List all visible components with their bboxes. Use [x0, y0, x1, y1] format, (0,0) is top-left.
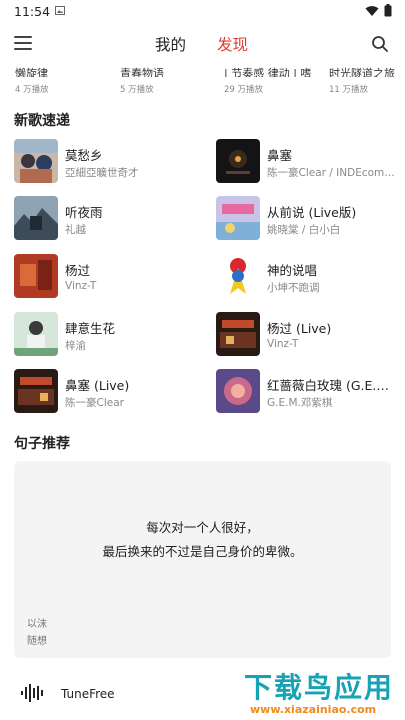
playlist-play-count: 5 万播放 — [120, 85, 154, 95]
watermark-main-text: 下载鸟应用 — [244, 671, 395, 704]
song-artist: G.E.M.邓紫棋 — [267, 397, 333, 409]
quote-line-2: 最后换来的不过是自己身价的卑微。 — [102, 544, 303, 559]
album-cover — [216, 254, 260, 298]
search-icon[interactable] — [371, 35, 389, 53]
quote-author: 以沫 — [27, 619, 47, 630]
album-cover — [216, 196, 260, 240]
song-artist: Vinz-T — [267, 338, 299, 350]
player-track-name: TuneFree — [61, 687, 115, 701]
song-title: 杨过 — [65, 263, 91, 278]
top-nav: 我的 发现 — [0, 30, 405, 58]
playlist-title: 青春物语 — [120, 67, 164, 77]
song-title: 红蔷薇白玫瑰 (G.E.M.... — [267, 378, 399, 393]
song-artist: 姚晓棠 / 白小白 — [267, 224, 341, 236]
song-title: 听夜雨 — [65, 205, 103, 220]
song-item[interactable]: 从前说 (Live版) 姚晓棠 / 白小白 — [216, 196, 401, 242]
watermark-url: www.xiazainiao.com — [250, 703, 377, 716]
song-title: 杨过 (Live) — [267, 321, 332, 336]
tab-discover[interactable]: 发现 — [217, 33, 248, 55]
song-item[interactable]: 杨过 (Live) Vinz-T — [216, 312, 401, 358]
song-item[interactable]: 杨过 Vinz-T — [14, 254, 199, 300]
song-item[interactable]: 鼻塞 (Live) 陈一豪Clear — [14, 369, 199, 415]
status-bar: 11:54 — [0, 0, 405, 22]
song-title: 从前说 (Live版) — [267, 205, 357, 220]
playlist-play-count: 4 万播放 — [15, 85, 49, 95]
battery-icon — [384, 4, 392, 17]
song-artist: Vinz-T — [65, 280, 97, 292]
playlist-play-count: 29 万播放 — [224, 85, 264, 95]
image-notification-icon — [55, 6, 65, 15]
section-title-quotes: 句子推荐 — [14, 436, 70, 452]
status-icons — [365, 4, 392, 17]
playlist-item[interactable]: | 节奏感 律动 | 嗜 29 万播放 — [224, 62, 324, 96]
album-cover — [216, 312, 260, 356]
menu-icon[interactable] — [14, 36, 32, 50]
playlist-title: 懒旋律 — [15, 67, 48, 77]
playlist-strip: 懒旋律 4 万播放 青春物语 5 万播放 | 节奏感 律动 | 嗜 29 万播放… — [0, 62, 405, 96]
album-cover — [14, 196, 58, 240]
playlist-play-count: 11 万播放 — [329, 85, 369, 95]
song-artist: 亞細亞曠世奇才 — [65, 167, 139, 179]
quote-card[interactable]: 每次对一个人很好， 最后换来的不过是自己身价的卑微。 以沫 随想 — [14, 461, 391, 658]
playlist-item[interactable]: 青春物语 5 万播放 — [120, 62, 220, 96]
playlist-item[interactable]: 时光隧道之旅 11 万播放 — [329, 62, 405, 96]
watermark: 下载鸟应用 www.xiazainiao.com — [240, 662, 402, 718]
section-title-new-songs: 新歌速递 — [14, 113, 70, 129]
playlist-item[interactable]: 懒旋律 4 万播放 — [15, 62, 115, 96]
song-item[interactable]: 神的说唱 小坤不跑调 — [216, 254, 401, 300]
audio-wave-icon — [21, 684, 43, 702]
song-title: 鼻塞 — [267, 148, 293, 163]
album-cover — [14, 369, 58, 413]
wifi-icon — [365, 5, 379, 16]
album-cover — [14, 312, 58, 356]
song-item[interactable]: 莫愁乡 亞細亞曠世奇才 — [14, 139, 199, 185]
song-item[interactable]: 红蔷薇白玫瑰 (G.E.M.... G.E.M.邓紫棋 — [216, 369, 401, 415]
song-artist: 陈一豪Clear / INDEcompa... — [267, 167, 399, 179]
song-artist: 陈一豪Clear — [65, 397, 124, 409]
song-item[interactable]: 肆意生花 梓渝 — [14, 312, 199, 358]
song-title: 神的说唱 — [267, 263, 318, 278]
quote-line-1: 每次对一个人很好， — [146, 520, 259, 535]
quote-source: 随想 — [27, 636, 47, 647]
song-artist: 礼越 — [65, 224, 86, 236]
album-cover — [216, 139, 260, 183]
song-title: 鼻塞 (Live) — [65, 378, 130, 393]
playlist-title: | 节奏感 律动 | 嗜 — [224, 67, 312, 77]
song-title: 肆意生花 — [65, 321, 116, 336]
song-title: 莫愁乡 — [65, 148, 103, 163]
album-cover — [14, 254, 58, 298]
song-artist: 小坤不跑调 — [267, 282, 320, 294]
playlist-title: 时光隧道之旅 — [329, 67, 395, 77]
song-item[interactable]: 鼻塞 陈一豪Clear / INDEcompa... — [216, 139, 401, 185]
tab-mine[interactable]: 我的 — [155, 33, 186, 55]
status-time: 11:54 — [14, 4, 51, 19]
album-cover — [216, 369, 260, 413]
song-item[interactable]: 听夜雨 礼越 — [14, 196, 199, 242]
album-cover — [14, 139, 58, 183]
song-artist: 梓渝 — [65, 340, 86, 352]
